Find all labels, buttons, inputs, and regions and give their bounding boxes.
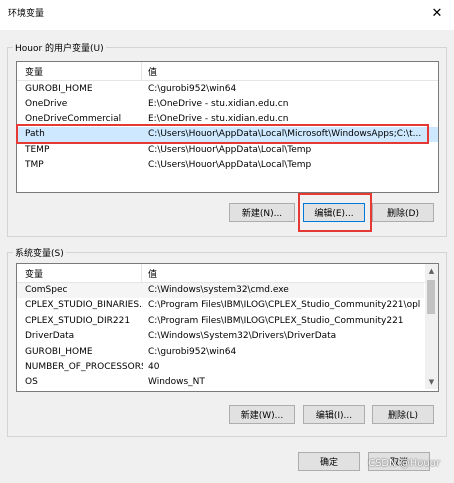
table-row[interactable]: NUMBER_OF_PROCESSORS 40	[17, 360, 424, 375]
table-row[interactable]: OneDriveCommercial E:\OneDrive - stu.xid…	[17, 112, 438, 127]
system-delete-button[interactable]: 删除(L)	[372, 405, 434, 424]
var-name: NUMBER_OF_PROCESSORS	[25, 362, 143, 372]
user-variables-label: Houor 的用户变量(U)	[13, 41, 106, 54]
var-value: C:\Windows\system32\cmd.exe	[148, 285, 289, 295]
var-value: C:\Users\Houor\AppData\Local\Temp	[148, 160, 312, 170]
scroll-up-icon[interactable]: ▲	[425, 264, 438, 278]
col-header-variable[interactable]: 变量	[25, 65, 43, 78]
title-bar: 环境变量 ✕	[0, 0, 454, 30]
table-row[interactable]: DriverData C:\Windows\System32\Drivers\D…	[17, 329, 424, 344]
user-delete-button[interactable]: 删除(D)	[372, 203, 434, 222]
system-variables-list[interactable]: 变量 值 ComSpec C:\Windows\system32\cmd.exe…	[16, 263, 439, 392]
window-title: 环境变量	[8, 9, 45, 19]
var-value: C:\Program Files\IBM\ILOG\CPLEX_Studio_C…	[148, 300, 420, 310]
var-value: Windows_NT	[148, 377, 205, 387]
var-name: ComSpec	[25, 285, 68, 295]
system-variables-label: 系统变量(S)	[13, 246, 66, 259]
scrollbar-thumb[interactable]	[427, 280, 435, 314]
close-button[interactable]: ✕	[420, 0, 454, 26]
system-edit-button[interactable]: 编辑(I)...	[303, 405, 365, 424]
table-row[interactable]: TMP C:\Users\Houor\AppData\Local\Temp	[17, 158, 438, 173]
var-name: Path	[25, 129, 45, 139]
watermark: CSDN @Houor	[368, 458, 440, 469]
var-value: C:\gurobi952\win64	[148, 84, 237, 94]
scroll-down-icon[interactable]: ▼	[425, 375, 438, 389]
var-name: OS	[25, 377, 38, 387]
var-name: CPLEX_STUDIO_DIR221	[25, 316, 131, 326]
col-header-value[interactable]: 值	[148, 65, 157, 78]
var-name: DriverData	[25, 331, 75, 341]
var-value: C:\Users\Houor\AppData\Local\Microsoft\W…	[148, 129, 422, 139]
var-value: E:\OneDrive - stu.xidian.edu.cn	[148, 99, 289, 109]
close-icon: ✕	[431, 5, 443, 21]
var-value: C:\gurobi952\win64	[148, 347, 237, 357]
table-row[interactable]: CPLEX_STUDIO_BINARIES... C:\Program File…	[17, 298, 424, 313]
system-list-scrollbar[interactable]: ▲ ▼	[425, 264, 438, 389]
table-row[interactable]: TEMP C:\Users\Houor\AppData\Local\Temp	[17, 143, 438, 158]
table-row[interactable]: CPLEX_STUDIO_DIR221 C:\Program Files\IBM…	[17, 314, 424, 329]
user-list-header: 变量 值	[17, 62, 438, 81]
var-name: GUROBI_HOME	[25, 84, 93, 94]
table-row[interactable]: GUROBI_HOME C:\gurobi952\win64	[17, 82, 438, 97]
user-variables-list[interactable]: 变量 值 GUROBI_HOME C:\gurobi952\win64 OneD…	[16, 61, 439, 193]
var-name: GUROBI_HOME	[25, 347, 93, 357]
system-new-button[interactable]: 新建(W)...	[229, 405, 295, 424]
user-new-button[interactable]: 新建(N)...	[229, 203, 295, 222]
table-row[interactable]: OS Windows_NT	[17, 375, 424, 390]
var-value: C:\Users\Houor\AppData\Local\Temp	[148, 145, 312, 155]
system-list-header: 变量 值	[17, 264, 438, 283]
ok-button[interactable]: 确定	[298, 452, 360, 471]
var-name: OneDriveCommercial	[25, 114, 122, 124]
table-row-selected[interactable]: Path C:\Users\Houor\AppData\Local\Micros…	[17, 127, 438, 142]
var-value: E:\OneDrive - stu.xidian.edu.cn	[148, 114, 289, 124]
var-value: C:\Windows\System32\Drivers\DriverData	[148, 331, 337, 341]
var-name: TEMP	[25, 145, 50, 155]
table-row[interactable]: GUROBI_HOME C:\gurobi952\win64	[17, 345, 424, 360]
var-value: 40	[148, 362, 160, 372]
var-name: TMP	[25, 160, 44, 170]
var-name: OneDrive	[25, 99, 68, 109]
col-header-variable[interactable]: 变量	[25, 267, 43, 280]
col-header-value[interactable]: 值	[148, 267, 157, 280]
table-row[interactable]: ComSpec C:\Windows\system32\cmd.exe	[17, 283, 424, 298]
var-value: C:\Program Files\IBM\ILOG\CPLEX_Studio_C…	[148, 316, 404, 326]
user-edit-button[interactable]: 编辑(E)...	[303, 203, 365, 222]
table-row[interactable]: OneDrive E:\OneDrive - stu.xidian.edu.cn	[17, 97, 438, 112]
var-name: CPLEX_STUDIO_BINARIES...	[25, 300, 143, 310]
